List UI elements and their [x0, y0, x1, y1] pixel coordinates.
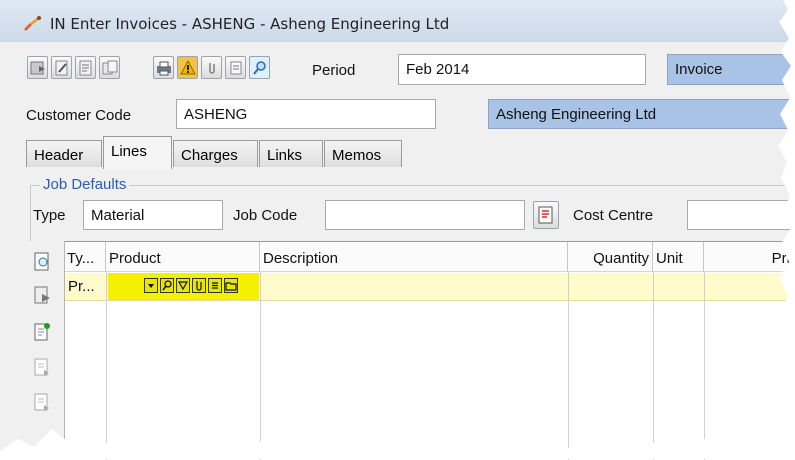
save-button[interactable]: [27, 56, 48, 79]
edit-icon: [55, 60, 68, 76]
save-icon: [30, 61, 45, 75]
cost-centre-label: Cost Centre: [573, 207, 654, 224]
copy-icon: [102, 60, 118, 75]
torn-edge-bottom: [0, 427, 795, 459]
notes-icon: [230, 61, 242, 75]
folder-icon: [225, 282, 237, 291]
type-label: Type: [33, 207, 66, 224]
tab-charges[interactable]: Charges: [173, 140, 258, 167]
tab-header[interactable]: Header: [26, 140, 102, 167]
notes-icon: [212, 282, 218, 289]
add-line-icon[interactable]: [32, 321, 52, 343]
product-attach-button[interactable]: [192, 278, 206, 293]
customer-code-field[interactable]: ASHENG: [176, 99, 436, 129]
attach-button[interactable]: [201, 56, 222, 79]
lookup-icon[interactable]: [32, 251, 52, 273]
attach-icon: [196, 281, 202, 291]
search-icon: [253, 61, 266, 75]
product-dropdown-button[interactable]: [144, 278, 158, 293]
new-doc-icon: [79, 60, 92, 76]
row-type-value: Pr...: [68, 278, 95, 295]
notes-button[interactable]: [225, 56, 246, 79]
edit-line-icon[interactable]: [32, 285, 52, 307]
application-window: IN Enter Invoices - ASHENG - Asheng Engi…: [0, 0, 795, 460]
torn-edge-right: [778, 0, 795, 459]
new-doc-button[interactable]: [75, 56, 96, 79]
tab-lines[interactable]: Lines: [103, 136, 172, 169]
job-code-lookup-button[interactable]: [533, 201, 559, 229]
document-lookup-icon: [538, 206, 553, 224]
type-field[interactable]: Material: [83, 200, 223, 230]
tab-links[interactable]: Links: [259, 140, 323, 167]
product-search-button[interactable]: [160, 278, 174, 293]
print-button[interactable]: [153, 56, 174, 79]
job-code-label: Job Code: [233, 207, 298, 224]
window-title: IN Enter Invoices - ASHENG - Asheng Engi…: [50, 15, 450, 33]
customer-name-field: Asheng Engineering Ltd: [488, 99, 795, 129]
column-header-quantity[interactable]: Quantity: [568, 242, 653, 272]
dropdown-icon: [148, 284, 154, 288]
filter-icon: [177, 281, 189, 291]
column-header-unit[interactable]: Unit: [653, 242, 704, 272]
search-icon: [162, 280, 172, 291]
attach-icon: [209, 63, 215, 74]
app-icon: [24, 16, 41, 31]
warning-icon: [180, 60, 196, 75]
column-header-product[interactable]: Product: [106, 242, 260, 272]
column-header-type[interactable]: Ty...: [64, 242, 106, 272]
warning-button[interactable]: [177, 56, 198, 79]
copy-button[interactable]: [99, 56, 120, 79]
column-header-description[interactable]: Description: [260, 242, 568, 272]
customer-code-label: Customer Code: [26, 107, 132, 124]
product-notes-button[interactable]: [208, 278, 222, 293]
tab-memos[interactable]: Memos: [324, 140, 402, 167]
edit-button[interactable]: [51, 56, 72, 79]
search-button[interactable]: [249, 56, 270, 79]
period-label: Period: [312, 62, 356, 79]
insert-line-icon[interactable]: [32, 356, 52, 378]
period-field[interactable]: Feb 2014: [398, 54, 646, 85]
product-folder-button[interactable]: [224, 278, 238, 293]
print-icon: [157, 61, 171, 76]
title-bar[interactable]: IN Enter Invoices - ASHENG - Asheng Engi…: [0, 0, 795, 42]
job-defaults-title: Job Defaults: [40, 176, 130, 193]
product-filter-button[interactable]: [176, 278, 190, 293]
job-code-field[interactable]: [325, 200, 525, 230]
